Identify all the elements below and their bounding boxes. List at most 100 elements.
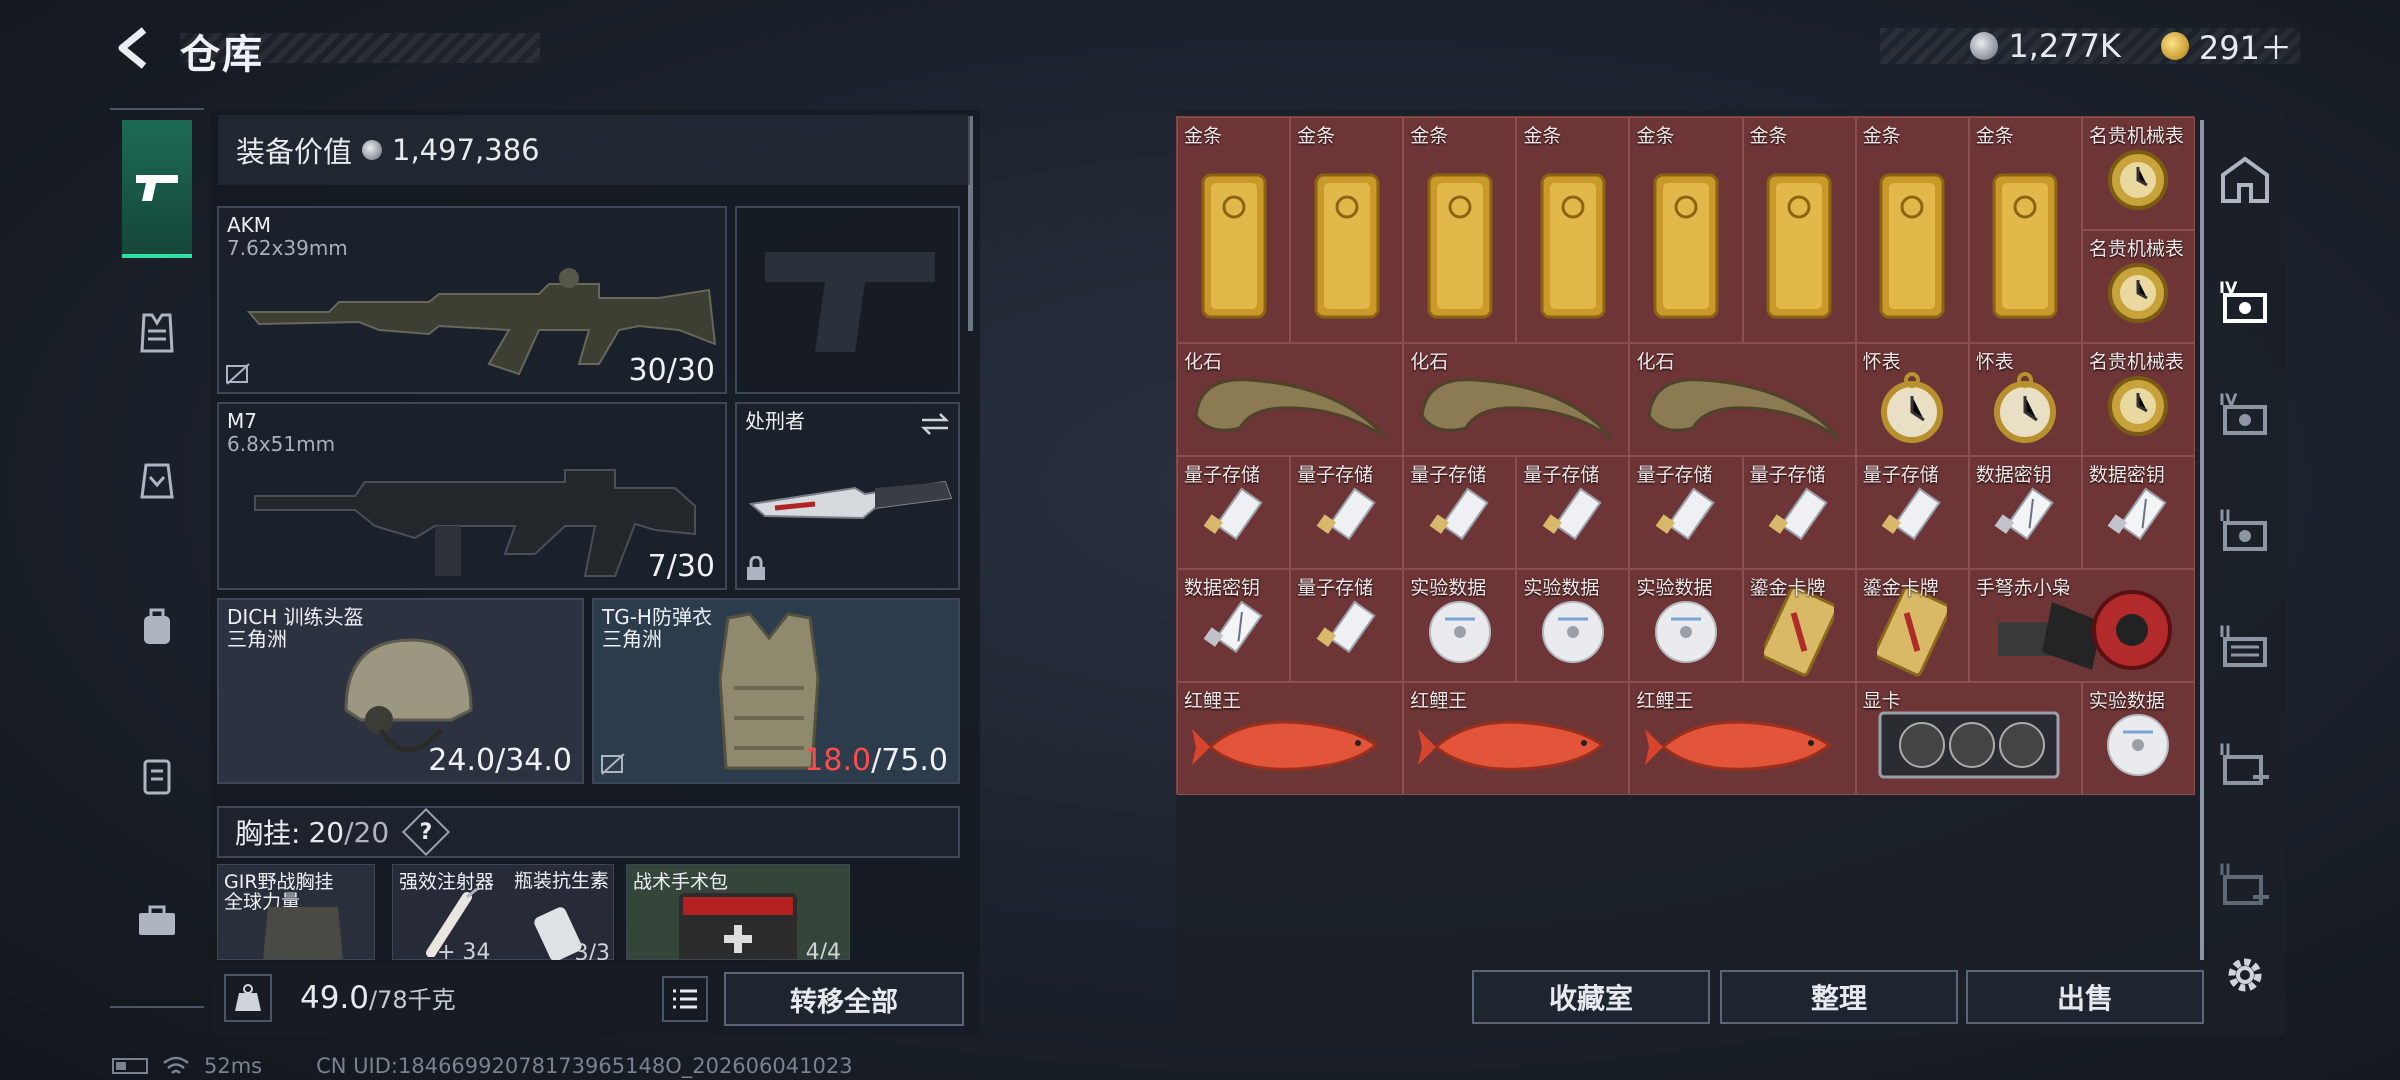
- nav-weapons[interactable]: [122, 120, 192, 258]
- stash-item-pocket[interactable]: 怀表: [1855, 343, 1969, 456]
- left-category-nav: [110, 108, 204, 1008]
- stash-item-gold[interactable]: 金条: [1177, 117, 1291, 343]
- stash-tab-2b[interactable]: II: [2210, 610, 2280, 680]
- gold-coin-icon: [2160, 32, 2189, 60]
- key-icon: [1199, 597, 1269, 671]
- stash-item-gpu[interactable]: 显卡: [1855, 682, 2082, 795]
- help-icon: ?: [419, 819, 433, 845]
- stash-item-fossil[interactable]: 化石: [1177, 343, 1404, 456]
- nav-chest-rig[interactable]: [122, 446, 192, 516]
- stash-item-quantum[interactable]: 量子存储: [1290, 456, 1404, 569]
- secondary-weapon-slot[interactable]: M7 6.8x51mm 7/30: [217, 402, 727, 590]
- armor-name: TG-H防弹衣: [602, 605, 712, 629]
- stash-tab-4[interactable]: IV: [2210, 266, 2280, 336]
- antibiotic-item[interactable]: 瓶装抗生素 3/3: [508, 864, 618, 960]
- stash-item-key[interactable]: 数据密钥: [2081, 456, 2195, 569]
- gold-icon: [1312, 171, 1382, 325]
- gold-amount[interactable]: 291＋: [2199, 23, 2292, 69]
- gold-icon: [1877, 171, 1947, 325]
- no-insure-icon: [226, 363, 250, 385]
- melee-slot[interactable]: 处刑者: [735, 402, 960, 590]
- stash-item-carp[interactable]: 红鲤王: [1629, 682, 1856, 795]
- stash-item-owl[interactable]: 手弩赤小枭: [1968, 569, 2195, 682]
- case-icon: [143, 759, 171, 795]
- back-button[interactable]: [112, 24, 152, 72]
- stash-item-gold[interactable]: 金条: [1516, 117, 1630, 343]
- key-icon: [2103, 484, 2173, 558]
- carp-icon: [1643, 705, 1843, 789]
- stash-item-gold[interactable]: 金条: [1403, 117, 1517, 343]
- stash-add-tab[interactable]: II: [2210, 728, 2280, 798]
- chest-capacity: 20/20: [308, 816, 389, 849]
- swap-icon[interactable]: [920, 412, 950, 436]
- item-name: 名贵机械表: [2088, 238, 2184, 260]
- stash-item-quantum[interactable]: 量子存储: [1855, 456, 1969, 569]
- stash-item-card[interactable]: 鎏金卡牌: [1742, 569, 1856, 682]
- list-view-button[interactable]: [662, 976, 708, 1022]
- stash-item-watch[interactable]: 名贵机械表: [2081, 230, 2195, 343]
- weight-bar: 49.0/78千克 转移全部: [210, 962, 980, 1034]
- item-name: 量子存储: [1410, 464, 1487, 486]
- nav-armor[interactable]: [122, 298, 192, 368]
- stash-item-gold[interactable]: 金条: [1968, 117, 2082, 343]
- stash-item-disk[interactable]: 实验数据: [2081, 682, 2195, 795]
- gpu-icon: [1874, 705, 2064, 789]
- sell-button[interactable]: 出售: [1966, 970, 2204, 1024]
- stash-item-watch[interactable]: 名贵机械表: [2081, 343, 2195, 456]
- stash-item-quantum[interactable]: 量子存储: [1403, 456, 1517, 569]
- armor-durability-max: /75.0: [871, 743, 948, 778]
- armor-slot[interactable]: TG-H防弹衣 三角洲 18.0/75.0: [592, 598, 960, 784]
- stash-item-quantum[interactable]: 量子存储: [1290, 569, 1404, 682]
- chest-label: 胸挂:: [235, 817, 301, 850]
- sort-button[interactable]: 整理: [1720, 970, 1958, 1024]
- nav-toolbox[interactable]: [122, 886, 192, 956]
- stash-item-fossil[interactable]: 化石: [1629, 343, 1856, 456]
- item-name: 金条: [1297, 125, 1336, 147]
- stash-item-pocket[interactable]: 怀表: [1968, 343, 2082, 456]
- toolbox-icon: [139, 905, 175, 935]
- stash-tab-4b[interactable]: IV: [2210, 378, 2280, 448]
- stash-item-disk[interactable]: 实验数据: [1516, 569, 1630, 682]
- nav-case[interactable]: [122, 740, 192, 810]
- stash-item-key[interactable]: 数据密钥: [1177, 569, 1291, 682]
- stash-item-disk[interactable]: 实验数据: [1403, 569, 1517, 682]
- settings-button[interactable]: [2210, 940, 2280, 1010]
- stash-add-tab-2[interactable]: II: [2210, 848, 2280, 918]
- stash-item-gold[interactable]: 金条: [1629, 117, 1743, 343]
- item-name: 量子存储: [1297, 577, 1374, 599]
- transfer-all-button[interactable]: 转移全部: [724, 972, 964, 1026]
- stash-item-fossil[interactable]: 化石: [1403, 343, 1630, 456]
- sidearm-slot-empty[interactable]: [735, 206, 960, 394]
- stash-item-watch[interactable]: 名贵机械表: [2081, 117, 2195, 230]
- item-name: 怀表: [1975, 351, 2014, 373]
- stash-item-quantum[interactable]: 量子存储: [1629, 456, 1743, 569]
- card-icon: [1873, 586, 1952, 681]
- pistol-icon: [136, 175, 178, 201]
- stash-item-quantum[interactable]: 量子存储: [1516, 456, 1630, 569]
- stash-item-quantum[interactable]: 量子存储: [1742, 456, 1856, 569]
- stash-item-disk[interactable]: 实验数据: [1629, 569, 1743, 682]
- rig-item-icon: [263, 907, 343, 959]
- stash-item-gold[interactable]: 金条: [1855, 117, 1969, 343]
- chest-rig-item[interactable]: GIR野战胸挂 全球力量: [217, 864, 375, 960]
- stash-item-card[interactable]: 鎏金卡牌: [1855, 569, 1969, 682]
- stash-tab-home[interactable]: [2210, 144, 2280, 214]
- gold-icon: [1538, 171, 1608, 325]
- stash-item-gold[interactable]: 金条: [1290, 117, 1404, 343]
- stash-item-carp[interactable]: 红鲤王: [1403, 682, 1630, 795]
- stash-item-quantum[interactable]: 量子存储: [1177, 456, 1291, 569]
- surgery-kit-item[interactable]: 战术手术包 4/4: [626, 864, 850, 960]
- item-name: 名贵机械表: [2088, 125, 2184, 147]
- carp-icon: [1416, 705, 1616, 789]
- helmet-slot[interactable]: DICH 训练头盔 三角洲 24.0/34.0: [217, 598, 584, 784]
- stash-item-carp[interactable]: 红鲤王: [1177, 682, 1404, 795]
- collection-room-button[interactable]: 收藏室: [1472, 970, 1710, 1024]
- nav-backpack[interactable]: [122, 592, 192, 662]
- primary-weapon-slot[interactable]: AKM 7.62x39mm 30/30: [217, 206, 727, 394]
- add-stash-icon: II: [2219, 860, 2269, 905]
- stash-item-gold[interactable]: 金条: [1742, 117, 1856, 343]
- item-name: 怀表: [1862, 351, 1901, 373]
- stash-tab-2[interactable]: II: [2210, 494, 2280, 564]
- stash-item-key[interactable]: 数据密钥: [1968, 456, 2082, 569]
- help-button[interactable]: ?: [402, 807, 451, 857]
